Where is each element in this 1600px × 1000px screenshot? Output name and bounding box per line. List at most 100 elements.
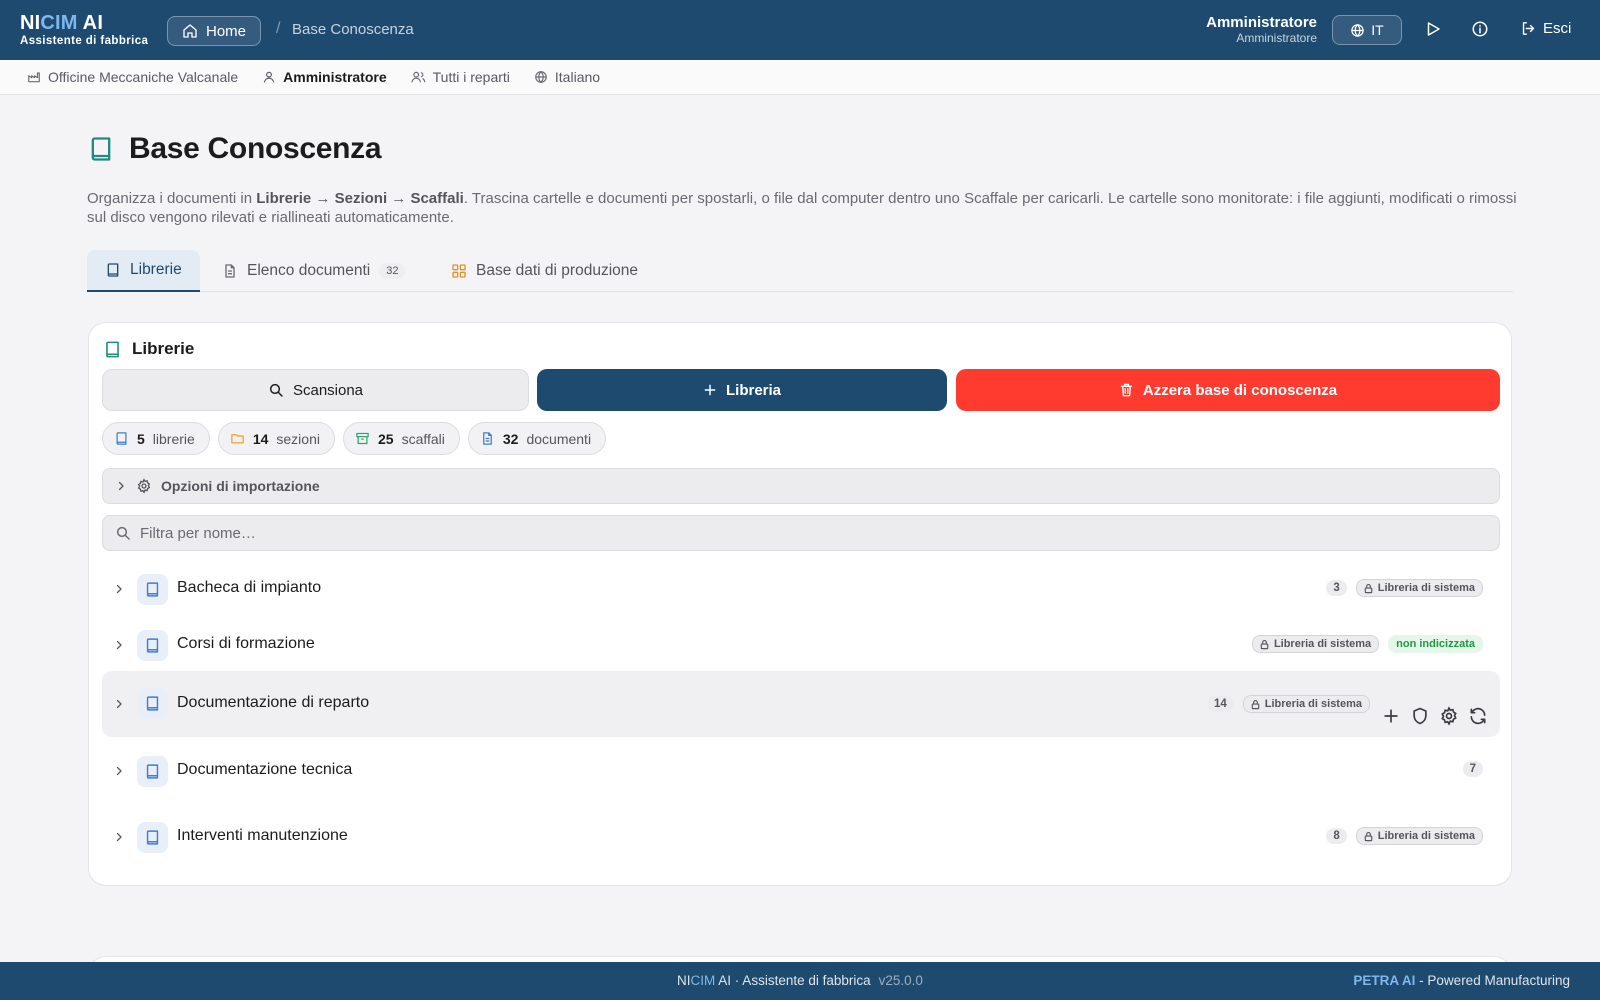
logout-button[interactable]: Esci	[1520, 20, 1571, 37]
plus-icon[interactable]	[1381, 706, 1401, 726]
breadcrumb-separator: /	[276, 20, 281, 37]
lock-icon	[1363, 831, 1374, 842]
context-user[interactable]: Amministratore	[262, 69, 387, 85]
language-code: IT	[1371, 22, 1384, 38]
add-library-button[interactable]: Libreria	[537, 369, 947, 411]
library-row[interactable]: Interventi manutenzione 8 Libreria di si…	[102, 815, 1500, 859]
user-icon	[262, 70, 276, 84]
book-icon	[137, 629, 168, 661]
library-count: 3	[1326, 580, 1347, 596]
shield-icon[interactable]	[1410, 706, 1430, 726]
archive-icon	[355, 431, 370, 446]
gear-icon	[136, 478, 152, 494]
library-row[interactable]: Bacheca di impianto 3 Libreria di sistem…	[102, 567, 1500, 611]
book-icon	[103, 340, 122, 359]
reset-label: Azzera base di conoscenza	[1142, 381, 1338, 399]
page-description: Organizza i documenti in Librerie → Sezi…	[87, 190, 1517, 226]
chevron-right-icon[interactable]	[113, 698, 125, 710]
user-role: Amministratore	[1236, 31, 1317, 45]
context-language[interactable]: Italiano	[534, 69, 600, 85]
lock-icon	[1250, 699, 1261, 710]
play-icon[interactable]	[1424, 20, 1442, 38]
scan-label: Scansiona	[292, 381, 364, 399]
import-options-toggle[interactable]: Opzioni di importazione	[102, 468, 1500, 504]
stats-row: 5 librerie 14 sezioni 25 scaffali 32 doc…	[102, 422, 607, 455]
book-icon	[87, 135, 115, 163]
search-icon	[115, 525, 131, 541]
department-name: Tutti i reparti	[432, 69, 510, 85]
chevron-right-icon[interactable]	[113, 639, 125, 651]
factory-icon	[27, 70, 41, 84]
refresh-icon[interactable]	[1468, 706, 1488, 726]
stat-value: 25	[377, 430, 394, 447]
tab-label: Base dati di produzione	[476, 262, 639, 279]
stat-value: 14	[252, 430, 269, 447]
gear-icon[interactable]	[1439, 706, 1459, 726]
scan-button[interactable]: Scansiona	[102, 369, 529, 411]
stat-label: documenti	[526, 430, 592, 447]
lock-icon	[1363, 583, 1374, 594]
library-name: Corsi di formazione	[177, 635, 315, 652]
tab-bar: Librerie Elenco documenti 32 Base dati d…	[87, 250, 1513, 292]
chevron-right-icon[interactable]	[113, 831, 125, 843]
chevron-right-icon[interactable]	[113, 765, 125, 777]
book-icon	[105, 262, 121, 278]
top-bar: NICIM AI Assistente di fabbrica Home / B…	[0, 0, 1600, 60]
library-name: Interventi manutenzione	[177, 827, 348, 844]
library-row[interactable]: Corsi di formazione Libreria di sistema …	[102, 623, 1500, 667]
page-title-text: Base Conoscenza	[129, 132, 382, 165]
context-user-name: Amministratore	[283, 69, 387, 85]
context-company[interactable]: Officine Meccaniche Valcanale	[27, 69, 238, 85]
context-language-name: Italiano	[554, 69, 601, 85]
trash-icon	[1119, 382, 1134, 398]
document-icon	[222, 263, 238, 279]
system-library-badge: Libreria di sistema	[1242, 695, 1370, 713]
logout-icon	[1520, 20, 1537, 37]
logout-label: Esci	[1543, 20, 1572, 37]
library-name: Documentazione tecnica	[177, 761, 353, 778]
globe-icon	[534, 70, 548, 84]
document-icon	[480, 431, 495, 446]
brand-name: NICIM AI	[20, 12, 104, 34]
stat-label: librerie	[152, 430, 195, 447]
chevron-right-icon[interactable]	[113, 583, 125, 595]
system-library-badge: Libreria di sistema	[1251, 635, 1380, 653]
card-title: Librerie	[103, 339, 194, 359]
stat-scaffali: 25 scaffali	[342, 422, 460, 455]
folder-icon	[230, 431, 245, 446]
book-icon	[137, 688, 168, 719]
chevron-right-icon	[115, 480, 127, 492]
library-row[interactable]: Documentazione di reparto 14 Libreria di…	[102, 671, 1500, 737]
footer-version: v25.0.0	[878, 973, 923, 988]
footer-powered-by: PETRA AI - Powered Manufacturing	[1353, 973, 1570, 988]
book-icon	[137, 821, 168, 853]
grid-icon	[451, 263, 467, 279]
library-row[interactable]: Documentazione tecnica 7	[102, 749, 1500, 793]
info-icon[interactable]	[1471, 20, 1489, 38]
libraries-card: Librerie Scansiona Libreria Azzera base …	[88, 322, 1512, 886]
stat-value: 32	[502, 430, 519, 447]
context-department[interactable]: Tutti i reparti	[410, 69, 510, 85]
filter-input[interactable]: Filtra per nome…	[102, 515, 1500, 551]
home-button[interactable]: Home	[167, 16, 262, 46]
lock-icon	[1259, 639, 1270, 650]
tab-label: Elenco documenti	[247, 262, 371, 279]
reset-knowledge-base-button[interactable]: Azzera base di conoscenza	[956, 369, 1500, 411]
filter-placeholder: Filtra per nome…	[140, 524, 256, 542]
not-indexed-badge: non indicizzata	[1388, 635, 1483, 653]
tab-label: Librerie	[130, 261, 182, 278]
tab-librerie[interactable]: Librerie	[87, 250, 200, 292]
library-count: 7	[1462, 761, 1483, 777]
brand-logo[interactable]: NICIM AI Assistente di fabbrica	[20, 12, 148, 48]
stat-sezioni: 14 sezioni	[217, 422, 335, 455]
brand-subtitle: Assistente di fabbrica	[20, 35, 149, 47]
breadcrumb-current: Base Conoscenza	[292, 21, 414, 38]
tab-base-dati-produzione[interactable]: Base dati di produzione	[451, 250, 638, 292]
book-icon	[137, 573, 168, 605]
stat-documenti: 32 documenti	[467, 422, 607, 455]
card-title-text: Librerie	[132, 339, 195, 358]
user-name: Amministratore	[1206, 14, 1317, 31]
tab-elenco-documenti[interactable]: Elenco documenti 32	[222, 250, 406, 292]
stat-librerie: 5 librerie	[102, 422, 210, 455]
language-selector[interactable]: IT	[1332, 15, 1402, 45]
